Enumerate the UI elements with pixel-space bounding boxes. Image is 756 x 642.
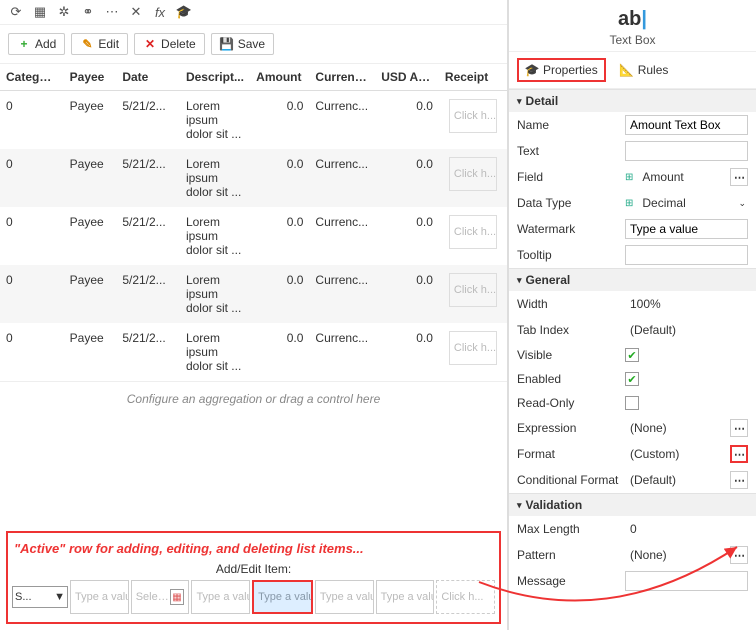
name-field[interactable] — [625, 115, 748, 135]
delete-button[interactable]: ✕Delete — [134, 33, 205, 55]
date-input[interactable]: Selec...▦ — [131, 580, 190, 614]
field-value[interactable]: Amount — [637, 167, 726, 187]
column-header[interactable]: Receipt — [439, 64, 507, 91]
readonly-checkbox[interactable] — [625, 396, 639, 410]
field-picker[interactable]: ⋯ — [730, 168, 748, 186]
visible-checkbox[interactable]: ✔ — [625, 348, 639, 362]
watermark-field[interactable] — [625, 219, 748, 239]
message-field[interactable] — [625, 571, 748, 591]
table-row[interactable]: 0Payee5/21/2...Lorem ipsum dolor sit ...… — [0, 149, 507, 207]
format-value[interactable]: (Custom) — [625, 444, 726, 464]
column-header[interactable]: Descript... — [180, 64, 250, 91]
edit-button[interactable]: ✎Edit — [71, 33, 128, 55]
column-header[interactable]: Category — [0, 64, 64, 91]
receipt-placeholder[interactable]: Click h... — [449, 157, 497, 191]
expression-value[interactable]: (None) — [625, 418, 726, 438]
x-icon: ✕ — [143, 37, 157, 51]
width-value[interactable]: 100% — [625, 294, 748, 314]
category-dropdown[interactable]: S...▼ — [12, 586, 68, 608]
datatype-value[interactable]: Decimal — [637, 193, 732, 213]
aggregation-hint[interactable]: Configure an aggregation or drag a contr… — [0, 382, 507, 417]
rules-tab[interactable]: 📐Rules — [614, 60, 675, 80]
section-detail[interactable]: ▾Detail — [509, 89, 756, 112]
enabled-checkbox[interactable]: ✔ — [625, 372, 639, 386]
pencil-icon: ✎ — [80, 37, 94, 51]
properties-tab[interactable]: 🎓Properties — [517, 58, 606, 82]
column-header[interactable]: USD Am... — [375, 64, 439, 91]
tabindex-value[interactable]: (Default) — [625, 320, 748, 340]
settings-icon[interactable]: ✲ — [56, 4, 72, 20]
active-row-container: "Active" row for adding, editing, and de… — [6, 531, 501, 624]
control-type-label: Text Box — [509, 31, 756, 47]
column-header[interactable]: Date — [116, 64, 180, 91]
maxlength-value[interactable]: 0 — [625, 519, 748, 539]
receipt-placeholder[interactable]: Click h... — [449, 273, 497, 307]
payee-input[interactable]: Type a value — [70, 580, 129, 614]
pattern-picker[interactable]: ⋯ — [730, 546, 748, 564]
receipt-placeholder[interactable]: Click h... — [449, 331, 497, 365]
lectern-icon: 🎓 — [525, 63, 539, 77]
active-row-title: "Active" row for adding, editing, and de… — [12, 539, 495, 562]
calendar-icon[interactable]: ▦ — [170, 589, 185, 605]
dots-icon[interactable]: ⋯ — [104, 4, 120, 20]
save-button[interactable]: 💾Save — [211, 33, 274, 55]
field-icon: ⊞ — [625, 172, 633, 183]
disk-icon: 💾 — [220, 37, 234, 51]
datatype-icon: ⊞ — [625, 198, 633, 209]
chevron-down-icon[interactable]: ⌄ — [736, 198, 748, 209]
lectern-icon[interactable]: 🎓 — [176, 4, 192, 20]
refresh-icon[interactable]: ⟳ — [8, 4, 24, 20]
amount-input[interactable]: Type a value — [252, 580, 313, 614]
condformat-value[interactable]: (Default) — [625, 470, 726, 490]
text-field[interactable] — [625, 141, 748, 161]
column-header[interactable]: Amount — [250, 64, 309, 91]
condformat-picker[interactable]: ⋯ — [730, 471, 748, 489]
layout-icon[interactable]: ▦ — [32, 4, 48, 20]
desc-input[interactable]: Type a value — [191, 580, 250, 614]
active-row-subtitle: Add/Edit Item: — [12, 562, 495, 580]
currency-input[interactable]: Type a value — [315, 580, 374, 614]
table-row[interactable]: 0Payee5/21/2...Lorem ipsum dolor sit ...… — [0, 265, 507, 323]
receipt-placeholder[interactable]: Click h... — [449, 215, 497, 249]
add-button[interactable]: +Add — [8, 33, 65, 55]
ruler-icon: 📐 — [620, 63, 634, 77]
table-row[interactable]: 0Payee5/21/2...Lorem ipsum dolor sit ...… — [0, 91, 507, 150]
pin-icon[interactable]: ✕ — [128, 4, 144, 20]
usd-input[interactable]: Type a value — [376, 580, 435, 614]
expression-picker[interactable]: ⋯ — [730, 419, 748, 437]
receipt-placeholder[interactable]: Click h... — [449, 99, 497, 133]
column-header[interactable]: Currenc... — [309, 64, 375, 91]
table-row[interactable]: 0Payee5/21/2...Lorem ipsum dolor sit ...… — [0, 323, 507, 382]
column-header[interactable]: Payee — [64, 64, 117, 91]
fx-icon[interactable]: fx — [152, 4, 168, 20]
pattern-value[interactable]: (None) — [625, 545, 726, 565]
table-row[interactable]: 0Payee5/21/2...Lorem ipsum dolor sit ...… — [0, 207, 507, 265]
receipt-input[interactable]: Click h... — [436, 580, 495, 614]
plus-icon: + — [17, 37, 31, 51]
section-general[interactable]: ▾General — [509, 268, 756, 291]
tooltip-field[interactable] — [625, 245, 748, 265]
format-picker[interactable]: ⋯ — [730, 445, 748, 463]
section-validation[interactable]: ▾Validation — [509, 493, 756, 516]
link-icon[interactable]: ⚭ — [80, 4, 96, 20]
data-grid: CategoryPayeeDateDescript...AmountCurren… — [0, 64, 507, 416]
control-type-icon: ab| — [509, 8, 756, 31]
